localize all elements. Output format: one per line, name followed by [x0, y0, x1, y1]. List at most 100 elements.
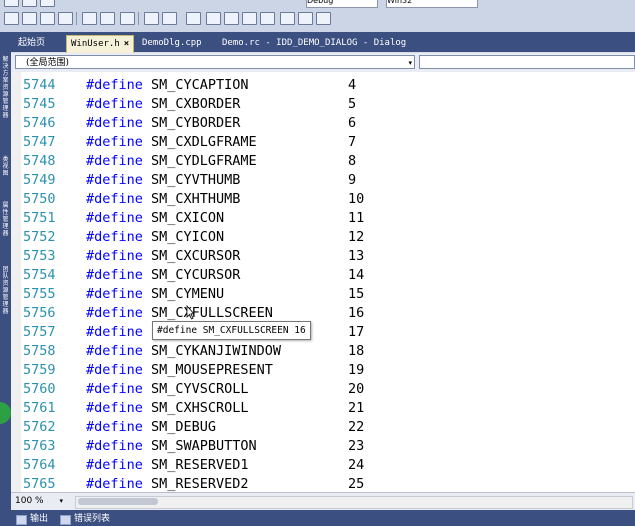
- member-combo[interactable]: [419, 55, 635, 69]
- team-explorer-tab[interactable]: 团队资源管理器: [1, 266, 10, 326]
- zoom-combo[interactable]: 100 % ▾: [15, 495, 63, 508]
- macro-value: 18: [348, 343, 365, 359]
- code-line[interactable]: 5763 #define SM_SWAPBUTTON 23: [11, 437, 635, 456]
- code-line[interactable]: 5757#defineSM_CYFULLSCREEN17: [11, 323, 635, 342]
- define-keyword: #define: [86, 343, 143, 359]
- indent-icon[interactable]: [82, 12, 97, 25]
- code-line[interactable]: 5747 #define SM_CXDLGFRAME 7: [11, 133, 635, 152]
- chevron-down-icon[interactable]: ▾: [59, 495, 63, 508]
- tab-label: 起始页: [18, 38, 46, 48]
- define-keyword: #define: [86, 229, 143, 245]
- prev-bookmark-icon[interactable]: [206, 12, 221, 25]
- code-line[interactable]: 5755 #define SM_CYMENU 15: [11, 285, 635, 304]
- macro-name: SM_CYVSCROLL: [151, 381, 249, 397]
- define-keyword: #define: [86, 476, 143, 492]
- define-keyword: #define: [86, 191, 143, 207]
- text-cursor-icon: [186, 305, 194, 320]
- code-line[interactable]: 5760 #define SM_CYVSCROLL 20: [11, 380, 635, 399]
- macro-value: 8: [348, 153, 357, 169]
- code-line[interactable]: 5744 #define SM_CYCAPTION 4: [11, 76, 635, 95]
- line-number: 5764: [23, 457, 56, 473]
- code-line[interactable]: 5746 #define SM_CYBORDER 6: [11, 114, 635, 133]
- tab-demodlg-cpp[interactable]: DemoDlg.cpp: [138, 35, 206, 52]
- code-line[interactable]: 5765 #define SM_RESERVED2 25: [11, 475, 635, 492]
- line-number: 5749: [23, 172, 56, 188]
- code-line[interactable]: 5750 #define SM_CXHTHUMB 10: [11, 190, 635, 209]
- chevron-down-icon[interactable]: ▾: [408, 56, 412, 70]
- tab-label: 错误列表: [74, 514, 111, 524]
- paste-icon[interactable]: [40, 0, 55, 7]
- output-icon: [16, 515, 27, 525]
- macro-name: SM_RESERVED2: [151, 476, 249, 492]
- line-number: 5745: [23, 96, 56, 112]
- code-line[interactable]: 5749 #define SM_CYVTHUMB 9: [11, 171, 635, 190]
- macro-value: 22: [348, 419, 365, 435]
- class-view-tab[interactable]: 类视图: [1, 156, 10, 196]
- line-number: 5759: [23, 362, 56, 378]
- tab-demo-rc-dialog[interactable]: Demo.rc - IDD_DEMO_DIALOG - Dialog: [218, 35, 410, 52]
- code-line[interactable]: 5761 #define SM_CXHSCROLL 21: [11, 399, 635, 418]
- code-line[interactable]: 5752 #define SM_CYICON 12: [11, 228, 635, 247]
- zoom-value: 100 %: [15, 496, 44, 506]
- tab-output[interactable]: 输出: [16, 512, 48, 526]
- macro-value: 5: [348, 96, 357, 112]
- macro-value: 6: [348, 115, 357, 131]
- define-keyword: #define: [86, 400, 143, 416]
- define-keyword: #define: [86, 134, 143, 150]
- code-line[interactable]: 5764 #define SM_RESERVED1 24: [11, 456, 635, 475]
- copy-icon[interactable]: [22, 0, 37, 7]
- macro-name: SM_MOUSEPRESENT: [151, 362, 273, 378]
- find-in-files-icon[interactable]: [316, 12, 331, 25]
- tab-error-list[interactable]: 错误列表: [60, 512, 110, 526]
- tab-label: DemoDlg.cpp: [142, 38, 202, 48]
- uncomment-icon[interactable]: [144, 12, 159, 25]
- font-icon[interactable]: [58, 12, 73, 25]
- next-in-folder-icon[interactable]: [260, 12, 275, 25]
- code-line[interactable]: 5751 #define SM_CXICON 11: [11, 209, 635, 228]
- code-line[interactable]: 5753 #define SM_CXCURSOR 13: [11, 247, 635, 266]
- next-bookmark-icon[interactable]: [224, 12, 239, 25]
- code-line[interactable]: 5758 #define SM_CYKANJIWINDOW 18: [11, 342, 635, 361]
- macro-name: SM_CYVTHUMB: [151, 172, 241, 188]
- config-combo[interactable]: Debug: [306, 0, 378, 8]
- prev-in-folder-icon[interactable]: [242, 12, 257, 25]
- property-icon[interactable]: [40, 12, 55, 25]
- macro-name: SM_CXBORDER: [151, 96, 241, 112]
- platform-combo[interactable]: Win32: [386, 0, 478, 8]
- clear-bookmarks-icon[interactable]: [280, 12, 295, 25]
- code-line[interactable]: 5762 #define SM_DEBUG 22: [11, 418, 635, 437]
- define-keyword: #define: [86, 153, 143, 169]
- macro-name: SM_CYKANJIWINDOW: [151, 343, 282, 359]
- scrollbar-thumb[interactable]: [78, 498, 158, 505]
- code-line[interactable]: 5745 #define SM_CXBORDER 5: [11, 95, 635, 114]
- code-editor[interactable]: 5744 #define SM_CYCAPTION 4 5745 #define SM_CX…: [11, 72, 635, 492]
- outdent-icon[interactable]: [100, 12, 115, 25]
- solution-icon[interactable]: [4, 12, 19, 25]
- close-icon[interactable]: ×: [124, 39, 129, 49]
- code-line[interactable]: 5759 #define SM_MOUSEPRESENT 19: [11, 361, 635, 380]
- scope-combo[interactable]: (全局范围) ▾: [15, 55, 415, 69]
- define-keyword: #define: [86, 96, 143, 112]
- code-line[interactable]: 5756 #define SM_CXFULLSCREEN 16: [11, 304, 635, 323]
- define-keyword: #define: [86, 248, 143, 264]
- class-icon[interactable]: [22, 12, 37, 25]
- tab-winuser-h[interactable]: WinUser.h ×: [66, 35, 135, 53]
- line-number: 5753: [23, 248, 56, 264]
- cut-icon[interactable]: [4, 0, 19, 7]
- code-line[interactable]: 5748 #define SM_CYDLGFRAME 8: [11, 152, 635, 171]
- bookmark-icon[interactable]: [162, 12, 177, 25]
- tab-start-page[interactable]: 起始页: [14, 35, 49, 52]
- macro-name: SM_CYCURSOR: [151, 267, 241, 283]
- property-manager-tab[interactable]: 属性管理器: [1, 202, 10, 262]
- code-line[interactable]: 5754 #define SM_CYCURSOR 14: [11, 266, 635, 285]
- find-icon[interactable]: [298, 12, 313, 25]
- define-keyword: #define: [86, 115, 143, 131]
- solution-explorer-tab[interactable]: 解决方案资源管理器: [1, 56, 10, 148]
- macro-value: 23: [348, 438, 365, 454]
- tab-label: 输出: [30, 514, 49, 524]
- comment-icon[interactable]: [120, 12, 135, 25]
- horizontal-scrollbar[interactable]: [75, 496, 633, 509]
- window-icon[interactable]: [186, 12, 201, 25]
- macro-value: 14: [348, 267, 365, 283]
- editor-status-bar: 100 % ▾: [11, 492, 635, 511]
